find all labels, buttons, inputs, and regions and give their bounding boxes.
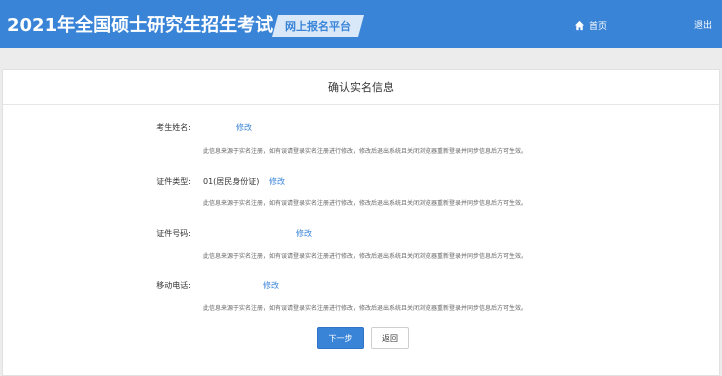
field-id-type-label: 证件类型:: [156, 177, 191, 186]
edit-name-link[interactable]: 修改: [236, 122, 252, 133]
field-id-number-note: 此信息来源于实名注册，如有误请登录实名注册进行修改，修改后退出系统且关闭浏览器重…: [203, 253, 528, 260]
nav-home-label: 首页: [589, 21, 608, 32]
field-id-number-label: 证件号码:: [156, 229, 191, 238]
edit-id-number-link[interactable]: 修改: [296, 228, 312, 239]
logout-link[interactable]: 退出: [694, 18, 712, 31]
field-id-type-value: 01(居民身份证): [203, 177, 260, 186]
field-mobile-label: 移动电话:: [156, 281, 191, 290]
confirm-info-card: 确认实名信息 考生姓名: 修改 此信息来源于实名注册，如有误请登录实名注册进行修…: [2, 69, 720, 376]
field-name-label: 考生姓名:: [156, 123, 191, 132]
nav-home-link[interactable]: 首页: [574, 18, 607, 32]
next-step-button[interactable]: 下一步: [317, 327, 364, 349]
platform-tag: 网上报名平台: [272, 15, 364, 37]
home-icon: [574, 20, 585, 30]
top-header: 2021年全国硕士研究生招生考试 网上报名平台 首页 退出: [0, 0, 722, 48]
field-name-note: 此信息来源于实名注册，如有误请登录实名注册进行修改，修改后退出系统且关闭浏览器重…: [203, 148, 528, 155]
edit-mobile-link[interactable]: 修改: [263, 280, 279, 291]
back-button[interactable]: 返回: [371, 327, 409, 349]
card-title: 确认实名信息: [3, 70, 719, 105]
field-mobile-note: 此信息来源于实名注册，如有误请登录实名注册进行修改，修改后退出系统且关闭浏览器重…: [203, 305, 528, 312]
site-title: 2021年全国硕士研究生招生考试: [7, 15, 274, 36]
field-id-type-note: 此信息来源于实名注册，如有误请登录实名注册进行修改，修改后退出系统且关闭浏览器重…: [203, 200, 528, 207]
edit-id-type-link[interactable]: 修改: [269, 176, 285, 187]
